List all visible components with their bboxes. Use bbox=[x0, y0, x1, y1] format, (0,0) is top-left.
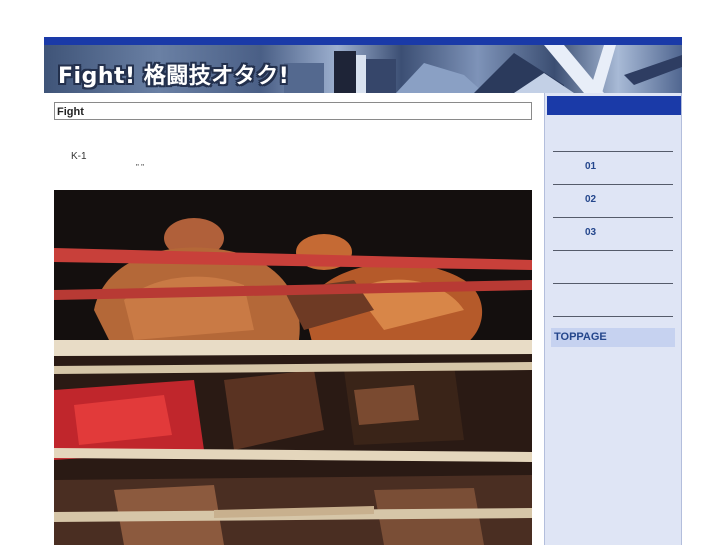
sidebar-header-bar bbox=[547, 96, 681, 115]
sidebar-divider bbox=[553, 250, 673, 251]
sidebar-divider bbox=[553, 316, 673, 317]
sidebar-divider bbox=[553, 184, 673, 185]
sidebar: 01 02 03 TOPPAGE bbox=[544, 93, 682, 545]
body-quote-marks: " " bbox=[136, 163, 144, 172]
sidebar-link-03[interactable]: 03 bbox=[585, 227, 596, 238]
page-container: Fight! 格闘技オタク! Fight K-1 " " 01 02 03 TO… bbox=[44, 37, 682, 545]
boxing-ring-illustration bbox=[54, 190, 532, 545]
top-accent-bar bbox=[44, 37, 682, 45]
sidebar-link-01[interactable]: 01 bbox=[585, 161, 596, 172]
sidebar-divider bbox=[553, 151, 673, 152]
site-title[interactable]: Fight! 格闘技オタク! bbox=[58, 58, 289, 90]
sidebar-link-02[interactable]: 02 bbox=[585, 194, 596, 205]
sidebar-divider bbox=[553, 283, 673, 284]
body-text: K-1 bbox=[71, 151, 87, 162]
toppage-link[interactable]: TOPPAGE bbox=[551, 328, 675, 347]
header-banner: Fight! 格闘技オタク! bbox=[44, 45, 682, 93]
boxing-ring-image bbox=[54, 190, 532, 545]
page-title: Fight bbox=[54, 102, 532, 120]
sidebar-divider bbox=[553, 217, 673, 218]
main-content: Fight K-1 " " bbox=[44, 93, 544, 545]
